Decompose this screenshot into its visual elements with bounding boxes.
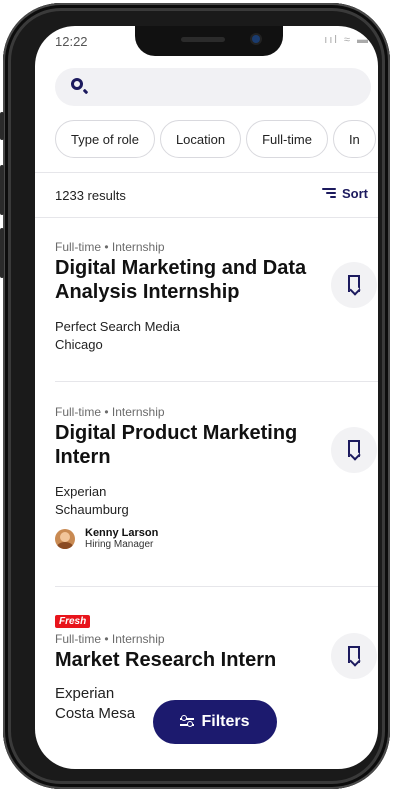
volume-up-button	[0, 165, 4, 215]
hiring-manager[interactable]: Kenny Larson Hiring Manager	[55, 527, 375, 551]
job-meta: Full-time • Internship	[55, 405, 165, 419]
bookmark-icon	[348, 275, 360, 292]
job-title[interactable]: Digital Marketing and Data Analysis Inte…	[55, 256, 315, 304]
divider	[55, 381, 378, 382]
search-input[interactable]	[55, 68, 371, 106]
filters-button[interactable]: Filters	[153, 700, 277, 744]
sort-icon	[322, 188, 336, 199]
job-meta: Full-time • Internship	[55, 240, 165, 254]
sort-label: Sort	[342, 186, 368, 201]
job-card[interactable]: Full-time • Internship Digital Marketing…	[55, 240, 377, 354]
job-company: Experian	[55, 484, 107, 499]
manager-role: Hiring Manager	[85, 539, 154, 550]
speaker-grille	[181, 37, 225, 42]
chip-full-time[interactable]: Full-time	[246, 120, 328, 158]
job-location: Chicago	[55, 337, 103, 352]
phone-notch	[135, 26, 283, 56]
fresh-badge: Fresh	[55, 615, 91, 628]
divider	[35, 217, 378, 218]
job-title[interactable]: Digital Product Marketing Intern	[55, 421, 315, 469]
job-card[interactable]: Full-time • Internship Digital Product M…	[55, 405, 377, 551]
app-screen: 12:22 ııl ≈ ▬ Type of role Location Full-t…	[35, 26, 378, 769]
results-count: 1233 results	[55, 188, 126, 203]
chip-location[interactable]: Location	[159, 120, 242, 158]
bookmark-icon	[348, 440, 360, 457]
job-location: Schaumburg	[55, 502, 129, 517]
divider	[35, 172, 378, 173]
chip-type-of-role[interactable]: Type of role	[55, 120, 155, 158]
filters-label: Filters	[201, 713, 250, 730]
sort-button[interactable]: Sort	[322, 186, 368, 201]
chip-partial[interactable]: In	[332, 120, 376, 158]
status-indicators: ııl ≈ ▬	[324, 34, 370, 46]
bookmark-button[interactable]	[331, 427, 377, 473]
bookmark-button[interactable]	[331, 633, 377, 679]
search-icon	[71, 78, 83, 90]
bookmark-button[interactable]	[331, 262, 377, 308]
mute-switch	[0, 112, 4, 140]
filters-icon	[180, 715, 195, 727]
manager-name: Kenny Larson	[85, 527, 159, 539]
avatar	[55, 529, 75, 549]
status-time: 12:22	[55, 34, 88, 49]
job-meta: Full-time • Internship	[55, 632, 165, 646]
filter-chip-row: Type of role Location Full-time In	[55, 120, 378, 160]
job-title[interactable]: Market Research Intern	[55, 648, 315, 672]
bookmark-icon	[348, 646, 360, 663]
job-company: Perfect Search Media	[55, 319, 181, 334]
divider	[55, 586, 378, 587]
volume-down-button	[0, 228, 4, 278]
front-camera	[252, 35, 260, 43]
